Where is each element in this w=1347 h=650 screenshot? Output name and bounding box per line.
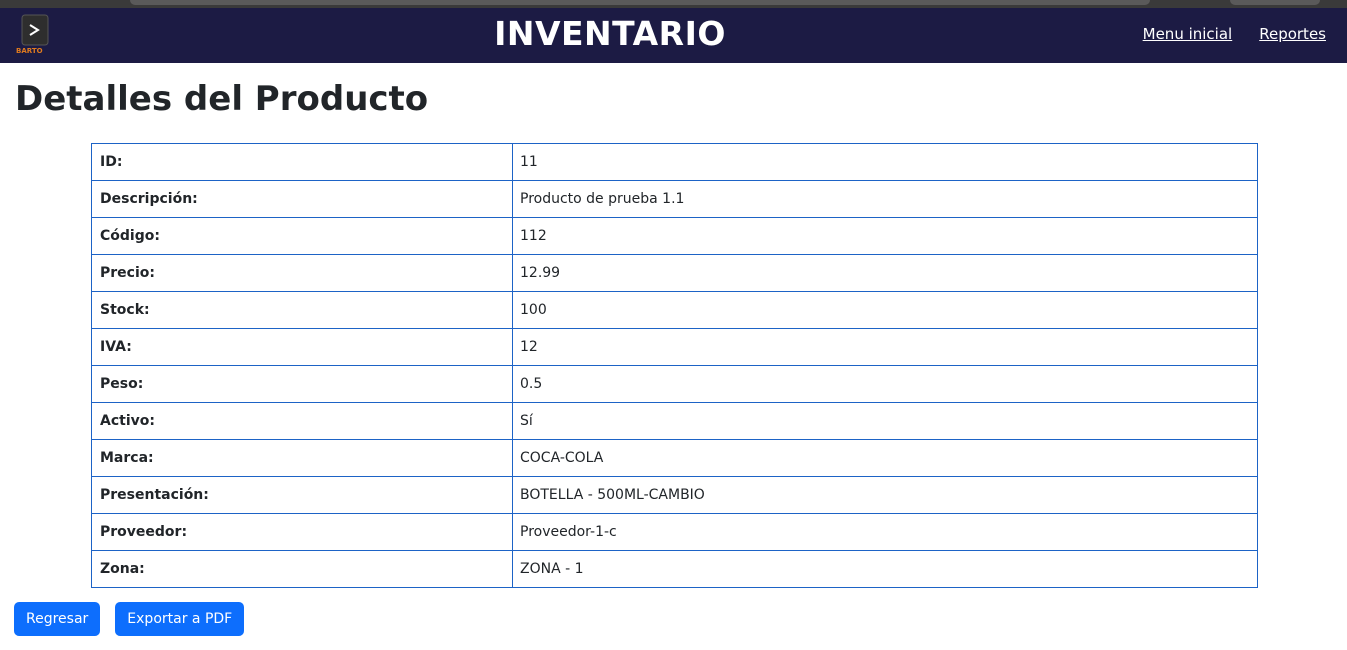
row-label: Presentación:	[91, 476, 513, 514]
row-label: Stock:	[91, 291, 513, 329]
product-details-table: ID: 11 Descripción: Producto de prueba 1…	[91, 143, 1258, 588]
table-row-precio: Precio: 12.99	[91, 254, 1258, 292]
row-label: Peso:	[91, 365, 513, 403]
table-row-id: ID: 11	[91, 143, 1258, 181]
row-label: IVA:	[91, 328, 513, 366]
back-button[interactable]: Regresar	[14, 602, 101, 636]
row-label: Marca:	[91, 439, 513, 477]
row-label: Zona:	[91, 550, 513, 588]
row-value: BOTELLA - 500ML-CAMBIO	[512, 476, 1258, 514]
action-buttons: Regresar Exportar a PDF	[14, 602, 245, 636]
table-row-iva: IVA: 12	[91, 328, 1258, 366]
table-row-activo: Activo: Sí	[91, 402, 1258, 440]
row-label: Descripción:	[91, 180, 513, 218]
table-row-codigo: Código: 112	[91, 217, 1258, 255]
browser-chrome-strip	[0, 0, 1347, 8]
table-row-descripcion: Descripción: Producto de prueba 1.1	[91, 180, 1258, 218]
row-label: ID:	[91, 143, 513, 181]
export-pdf-button[interactable]: Exportar a PDF	[115, 602, 245, 636]
row-value: 0.5	[512, 365, 1258, 403]
table-row-presentacion: Presentación: BOTELLA - 500ML-CAMBIO	[91, 476, 1258, 514]
row-value: ZONA - 1	[512, 550, 1258, 588]
top-navbar: BARTO INVENTARIO Menu inicial Reportes	[0, 8, 1347, 63]
table-row-marca: Marca: COCA-COLA	[91, 439, 1258, 477]
row-value: 100	[512, 291, 1258, 329]
table-row-peso: Peso: 0.5	[91, 365, 1258, 403]
browser-control	[1230, 0, 1320, 5]
nav-links: Menu inicial Reportes	[1143, 25, 1326, 43]
row-value: Sí	[512, 402, 1258, 440]
row-value: Producto de prueba 1.1	[512, 180, 1258, 218]
row-value: Proveedor-1-c	[512, 513, 1258, 551]
row-value: 11	[512, 143, 1258, 181]
nav-link-menu-inicial[interactable]: Menu inicial	[1143, 25, 1233, 43]
address-bar	[130, 0, 1150, 5]
nav-link-reportes[interactable]: Reportes	[1259, 25, 1326, 43]
table-row-stock: Stock: 100	[91, 291, 1258, 329]
row-label: Código:	[91, 217, 513, 255]
table-row-proveedor: Proveedor: Proveedor-1-c	[91, 513, 1258, 551]
row-label: Precio:	[91, 254, 513, 292]
row-label: Activo:	[91, 402, 513, 440]
app-title: INVENTARIO	[494, 14, 726, 53]
page-title: Detalles del Producto	[15, 79, 429, 119]
row-value: COCA-COLA	[512, 439, 1258, 477]
row-value: 12	[512, 328, 1258, 366]
row-label: Proveedor:	[91, 513, 513, 551]
row-value: 12.99	[512, 254, 1258, 292]
table-row-zona: Zona: ZONA - 1	[91, 550, 1258, 588]
row-value: 112	[512, 217, 1258, 255]
